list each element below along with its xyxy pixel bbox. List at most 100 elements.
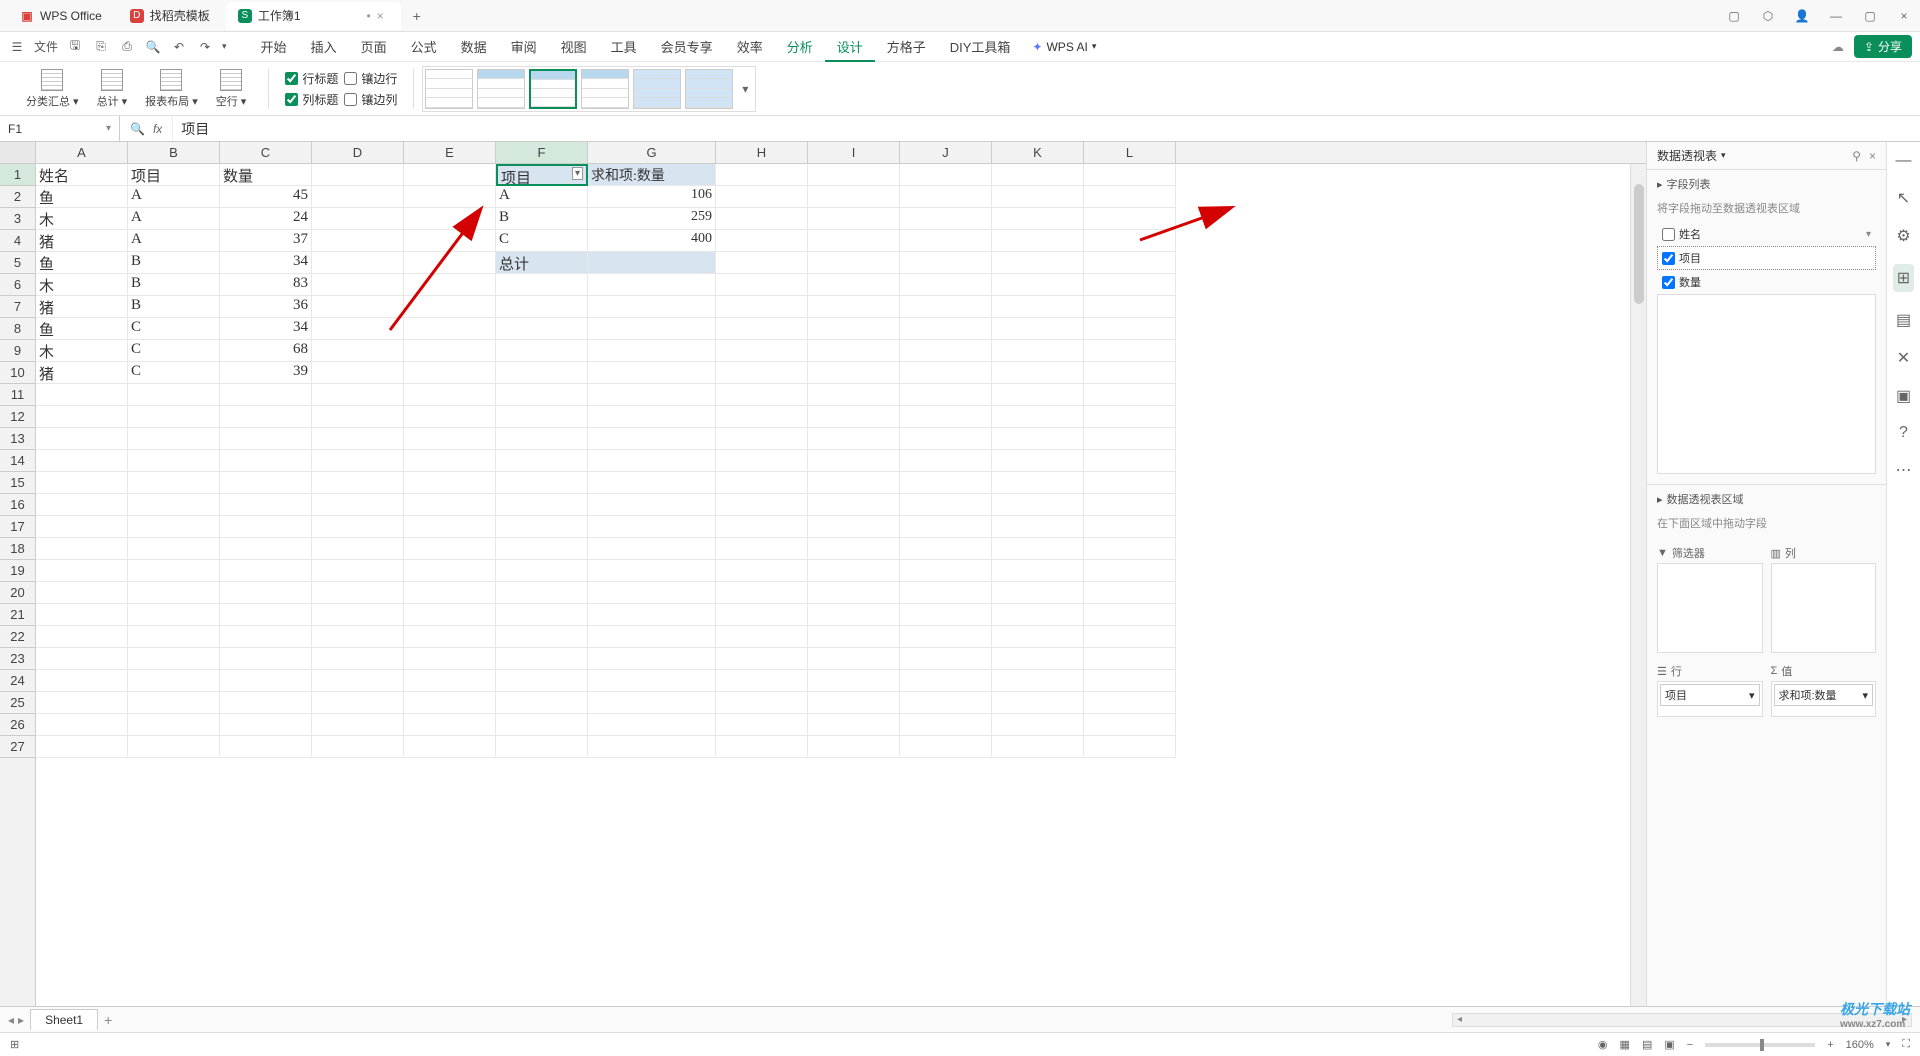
row-header[interactable]: 9 xyxy=(0,340,35,362)
cell[interactable] xyxy=(128,494,220,516)
cell[interactable] xyxy=(1084,362,1176,384)
cell[interactable] xyxy=(1084,230,1176,252)
row-header[interactable]: 16 xyxy=(0,494,35,516)
cell[interactable] xyxy=(588,252,716,274)
cell[interactable] xyxy=(404,538,496,560)
cell[interactable] xyxy=(992,560,1084,582)
cell[interactable] xyxy=(588,428,716,450)
cell[interactable] xyxy=(716,296,808,318)
cell[interactable] xyxy=(496,670,588,692)
cell[interactable] xyxy=(588,582,716,604)
cell[interactable] xyxy=(36,670,128,692)
cell[interactable] xyxy=(312,670,404,692)
cell[interactable]: 数量 xyxy=(220,164,312,186)
cell[interactable] xyxy=(1084,406,1176,428)
avatar-icon[interactable]: 👤 xyxy=(1794,9,1810,23)
cell[interactable] xyxy=(716,648,808,670)
areas-header[interactable]: ▸ 数据透视表区域 xyxy=(1647,485,1886,513)
cell[interactable] xyxy=(312,230,404,252)
cell[interactable]: C xyxy=(496,230,588,252)
cell[interactable] xyxy=(1084,626,1176,648)
cell[interactable] xyxy=(496,604,588,626)
pivot-icon[interactable]: ⊞ xyxy=(1893,264,1914,292)
cell[interactable]: B xyxy=(128,252,220,274)
cell[interactable] xyxy=(808,384,900,406)
cell[interactable] xyxy=(808,274,900,296)
col-header[interactable]: B xyxy=(128,142,220,163)
save-icon[interactable]: 🖫 xyxy=(66,38,84,56)
cell[interactable] xyxy=(1084,450,1176,472)
cell[interactable] xyxy=(808,296,900,318)
cell[interactable] xyxy=(900,340,992,362)
cell[interactable] xyxy=(900,186,992,208)
col-header[interactable]: H xyxy=(716,142,808,163)
cell[interactable] xyxy=(992,340,1084,362)
cell[interactable]: C xyxy=(128,340,220,362)
cell[interactable] xyxy=(716,560,808,582)
cell[interactable] xyxy=(404,626,496,648)
cell[interactable] xyxy=(1084,692,1176,714)
cell[interactable]: 106 xyxy=(588,186,716,208)
cell[interactable] xyxy=(900,736,992,758)
cell[interactable] xyxy=(220,384,312,406)
tab-diy[interactable]: DIY工具箱 xyxy=(938,31,1023,62)
cell[interactable] xyxy=(36,538,128,560)
cell[interactable] xyxy=(808,362,900,384)
field-item[interactable]: 数量 xyxy=(1657,270,1876,294)
cell[interactable]: B xyxy=(496,208,588,230)
cell[interactable] xyxy=(312,164,404,186)
cell[interactable] xyxy=(404,208,496,230)
cell[interactable] xyxy=(992,384,1084,406)
cell[interactable] xyxy=(716,230,808,252)
cell[interactable] xyxy=(128,560,220,582)
cell[interactable] xyxy=(900,362,992,384)
cell[interactable] xyxy=(900,670,992,692)
cell[interactable]: 34 xyxy=(220,318,312,340)
cell[interactable] xyxy=(808,406,900,428)
chevron-down-icon[interactable]: ▾ xyxy=(1866,229,1871,240)
cell[interactable] xyxy=(128,736,220,758)
row-header[interactable]: 13 xyxy=(0,428,35,450)
cell[interactable] xyxy=(312,516,404,538)
cell[interactable] xyxy=(220,626,312,648)
cell[interactable] xyxy=(1084,494,1176,516)
cell[interactable] xyxy=(36,428,128,450)
cell[interactable] xyxy=(992,472,1084,494)
cell[interactable] xyxy=(716,186,808,208)
report-layout-button[interactable]: 报表布局 ▾ xyxy=(139,67,204,111)
cell[interactable] xyxy=(312,208,404,230)
close-window-button[interactable]: × xyxy=(1896,9,1912,23)
cell[interactable] xyxy=(1084,208,1176,230)
cell[interactable] xyxy=(1084,714,1176,736)
cell[interactable] xyxy=(716,472,808,494)
row-header[interactable]: 12 xyxy=(0,406,35,428)
cell[interactable] xyxy=(404,472,496,494)
row-header[interactable]: 17 xyxy=(0,516,35,538)
cell[interactable]: A xyxy=(496,186,588,208)
cell[interactable] xyxy=(588,274,716,296)
cell[interactable] xyxy=(900,714,992,736)
cell[interactable] xyxy=(496,450,588,472)
tab-wps-office[interactable]: ▣ WPS Office xyxy=(8,2,114,30)
cell[interactable] xyxy=(1084,516,1176,538)
cell[interactable]: C xyxy=(128,362,220,384)
add-tab-button[interactable]: + xyxy=(405,8,429,24)
cell[interactable] xyxy=(128,450,220,472)
col-header-checkbox[interactable]: 列标题 xyxy=(285,91,338,108)
cell[interactable] xyxy=(808,186,900,208)
cell[interactable] xyxy=(128,582,220,604)
tab-view[interactable]: 视图 xyxy=(549,31,599,62)
cell[interactable] xyxy=(588,340,716,362)
share-button[interactable]: ⇪ 分享 xyxy=(1854,35,1912,58)
search-icon[interactable]: 🔍 xyxy=(130,122,145,136)
cell[interactable] xyxy=(496,736,588,758)
cell[interactable] xyxy=(900,494,992,516)
cell[interactable] xyxy=(128,516,220,538)
cell[interactable] xyxy=(900,274,992,296)
cell[interactable] xyxy=(404,516,496,538)
cell[interactable] xyxy=(808,604,900,626)
row-header[interactable]: 14 xyxy=(0,450,35,472)
row-header[interactable]: 2 xyxy=(0,186,35,208)
cell[interactable] xyxy=(36,494,128,516)
cell[interactable] xyxy=(404,340,496,362)
